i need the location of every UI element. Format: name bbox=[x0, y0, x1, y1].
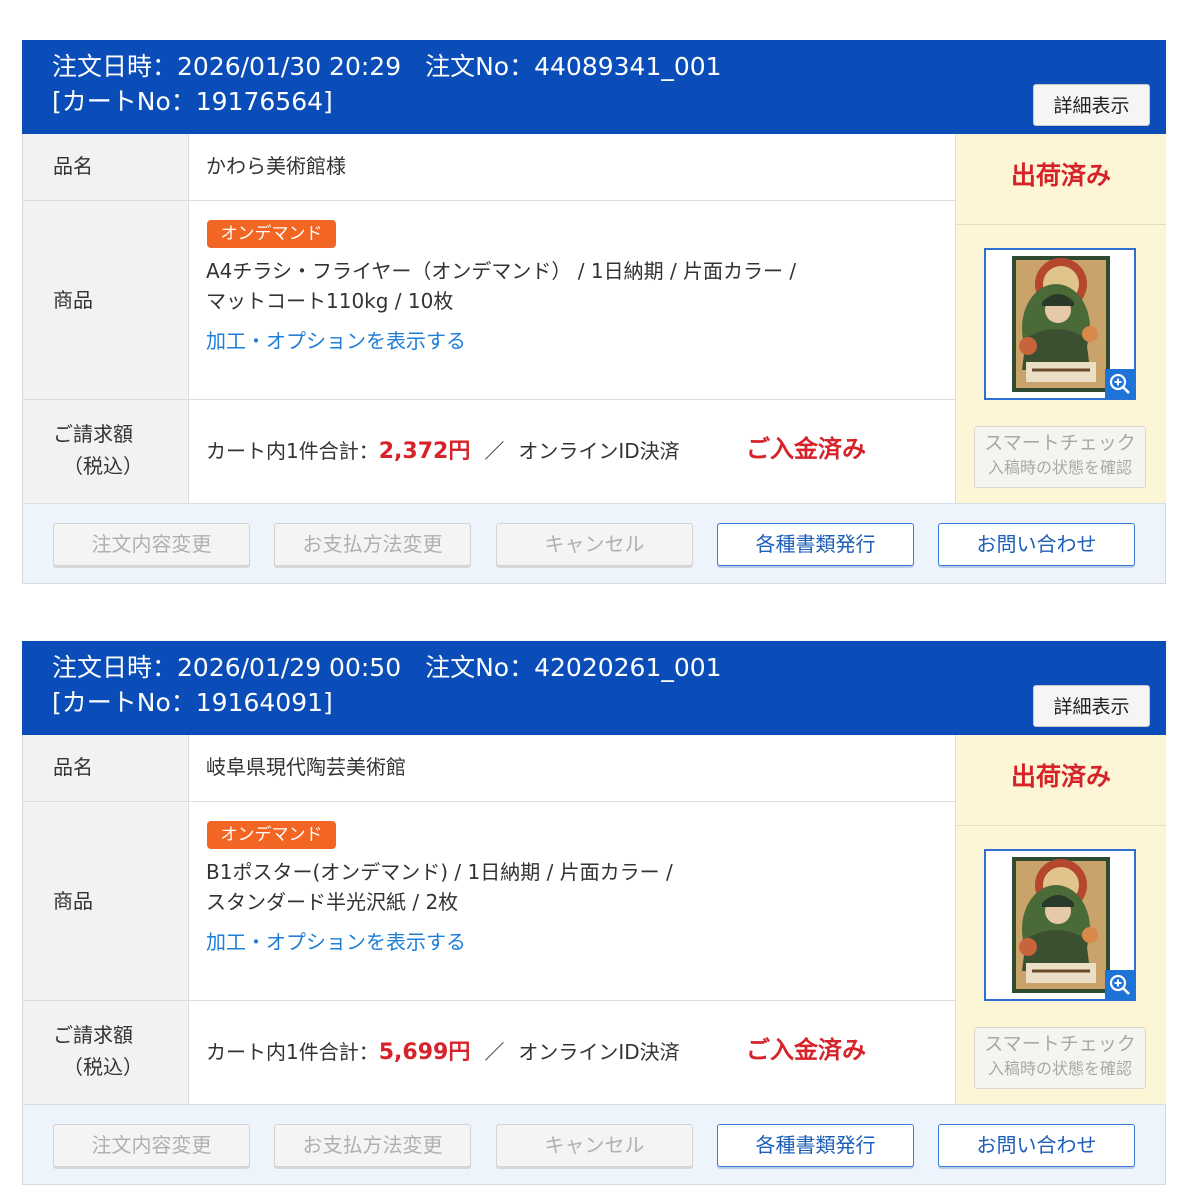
payment-method: オンラインID決済 bbox=[518, 439, 680, 463]
smart-check-button[interactable]: スマートチェック 入稿時の状態を確認 bbox=[974, 426, 1146, 488]
yen-unit: 円 bbox=[448, 1040, 471, 1065]
product-name: 岐阜県現代陶芸美術館 bbox=[206, 755, 406, 779]
issue-documents-button[interactable]: 各種書類発行 bbox=[717, 523, 914, 566]
detail-view-button[interactable]: 詳細表示 bbox=[1033, 84, 1150, 126]
row-divider bbox=[23, 399, 955, 400]
order-no-label: 注文No： bbox=[425, 653, 535, 682]
order-number: 44089341_001 bbox=[534, 52, 722, 81]
action-bar: 注文内容変更 お支払方法変更 キャンセル 各種書類発行 お問い合わせ bbox=[22, 503, 1166, 584]
billing-label-line1: ご請求額 bbox=[53, 1023, 133, 1047]
cart-number: 19176564 bbox=[195, 87, 324, 116]
order-datetime: 2026/01/30 20:29 bbox=[177, 52, 402, 81]
change-payment-button: お支払方法変更 bbox=[274, 1124, 471, 1167]
cart-no: [カートNo：19164091] bbox=[52, 686, 333, 720]
order-body: 品名 岐阜県現代陶芸美術館 商品 オンデマンド B1ポスター(オンデマンド) /… bbox=[22, 735, 1166, 1104]
payment-status: ご入金済み bbox=[746, 1036, 866, 1064]
product-spec-line2: スタンダード半光沢紙 / 2枚 bbox=[206, 890, 459, 914]
ondemand-badge: オンデマンド bbox=[207, 220, 336, 248]
cart-total-label: カート内1件合計： bbox=[206, 1040, 379, 1064]
show-options-link[interactable]: 加工・オプションを表示する bbox=[206, 326, 466, 356]
billing-label-line2: （税込） bbox=[63, 1055, 143, 1079]
product-name-label: 品名 bbox=[53, 755, 93, 779]
product-label: 商品 bbox=[53, 889, 93, 913]
change-payment-button: お支払方法変更 bbox=[274, 523, 471, 566]
order-no-label: 注文No： bbox=[425, 52, 535, 81]
product-thumbnail[interactable] bbox=[984, 248, 1136, 400]
ondemand-badge: オンデマンド bbox=[207, 821, 336, 849]
order-number: 42020261_001 bbox=[534, 653, 722, 682]
product-label: 商品 bbox=[53, 288, 93, 312]
status-column: 出荷済み スマートチェック 入稿時の状態を確認 bbox=[955, 134, 1166, 503]
row-divider bbox=[23, 801, 955, 802]
order-meta: 注文日時：2026/01/30 20:29 注文No：44089341_001 bbox=[52, 50, 722, 84]
row-divider bbox=[23, 200, 955, 201]
billing-summary: カート内1件合計：2,372円 ／ オンラインID決済 bbox=[206, 436, 680, 467]
cart-total-label: カート内1件合計： bbox=[206, 439, 379, 463]
payment-status: ご入金済み bbox=[746, 435, 866, 463]
change-order-button: 注文内容変更 bbox=[53, 1124, 250, 1167]
separator-slash: ／ bbox=[484, 1040, 505, 1064]
cancel-button: キャンセル bbox=[496, 523, 693, 566]
smart-check-button[interactable]: スマートチェック 入稿時の状態を確認 bbox=[974, 1027, 1146, 1089]
status-column: 出荷済み スマートチェック 入稿時の状態を確認 bbox=[955, 735, 1166, 1104]
cancel-button: キャンセル bbox=[496, 1124, 693, 1167]
zoom-icon[interactable] bbox=[1105, 369, 1135, 399]
product-spec-line2: マットコート110kg / 10枚 bbox=[206, 289, 454, 313]
billing-label-line2: （税込） bbox=[63, 454, 143, 478]
product-thumbnail[interactable] bbox=[984, 849, 1136, 1001]
smart-check-title: スマートチェック bbox=[984, 432, 1136, 454]
product-spec-line1: A4チラシ・フライヤー（オンデマンド） / 1日納期 / 片面カラー / bbox=[206, 259, 797, 283]
yen-unit: 円 bbox=[448, 439, 471, 464]
separator-slash: ／ bbox=[484, 439, 505, 463]
smart-check-subtitle: 入稿時の状態を確認 bbox=[987, 458, 1132, 477]
contact-button[interactable]: お問い合わせ bbox=[938, 1124, 1135, 1167]
order-body: 品名 かわら美術館様 商品 オンデマンド A4チラシ・フライヤー（オンデマンド）… bbox=[22, 134, 1166, 503]
total-price: 5,699 bbox=[378, 1040, 449, 1065]
billing-summary: カート内1件合計：5,699円 ／ オンラインID決済 bbox=[206, 1037, 680, 1068]
shipping-status: 出荷済み bbox=[1010, 762, 1111, 791]
status-divider bbox=[956, 224, 1166, 225]
cart-number: 19164091 bbox=[195, 688, 324, 717]
zoom-icon[interactable] bbox=[1105, 970, 1135, 1000]
order-meta: 注文日時：2026/01/29 00:50 注文No：42020261_001 bbox=[52, 651, 722, 685]
smart-check-title: スマートチェック bbox=[984, 1033, 1136, 1055]
cart-no-suffix: ] bbox=[323, 688, 333, 717]
smart-check-subtitle: 入稿時の状態を確認 bbox=[987, 1059, 1132, 1078]
contact-button[interactable]: お問い合わせ bbox=[938, 523, 1135, 566]
issue-documents-button[interactable]: 各種書類発行 bbox=[717, 1124, 914, 1167]
product-name: かわら美術館様 bbox=[206, 154, 346, 178]
order-header: 注文日時：2026/01/30 20:29 注文No：44089341_001 [… bbox=[22, 40, 1166, 134]
billing-label-line1: ご請求額 bbox=[53, 422, 133, 446]
shipping-status: 出荷済み bbox=[1010, 161, 1111, 190]
payment-method: オンラインID決済 bbox=[518, 1040, 680, 1064]
cart-no-prefix: [カートNo： bbox=[52, 87, 196, 116]
cart-no-suffix: ] bbox=[323, 87, 333, 116]
product-name-label: 品名 bbox=[53, 154, 93, 178]
status-divider bbox=[956, 825, 1166, 826]
show-options-link[interactable]: 加工・オプションを表示する bbox=[206, 927, 466, 957]
product-spec-line1: B1ポスター(オンデマンド) / 1日納期 / 片面カラー / bbox=[206, 860, 673, 884]
order-header: 注文日時：2026/01/29 00:50 注文No：42020261_001 [… bbox=[22, 641, 1166, 735]
order-date-label: 注文日時： bbox=[52, 52, 178, 81]
order-date-label: 注文日時： bbox=[52, 653, 178, 682]
cart-no-prefix: [カートNo： bbox=[52, 688, 196, 717]
cart-no: [カートNo：19176564] bbox=[52, 85, 333, 119]
total-price: 2,372 bbox=[378, 439, 449, 464]
row-divider bbox=[23, 1000, 955, 1001]
detail-view-button[interactable]: 詳細表示 bbox=[1033, 685, 1150, 727]
order-datetime: 2026/01/29 00:50 bbox=[177, 653, 402, 682]
change-order-button: 注文内容変更 bbox=[53, 523, 250, 566]
action-bar: 注文内容変更 お支払方法変更 キャンセル 各種書類発行 お問い合わせ bbox=[22, 1104, 1166, 1185]
